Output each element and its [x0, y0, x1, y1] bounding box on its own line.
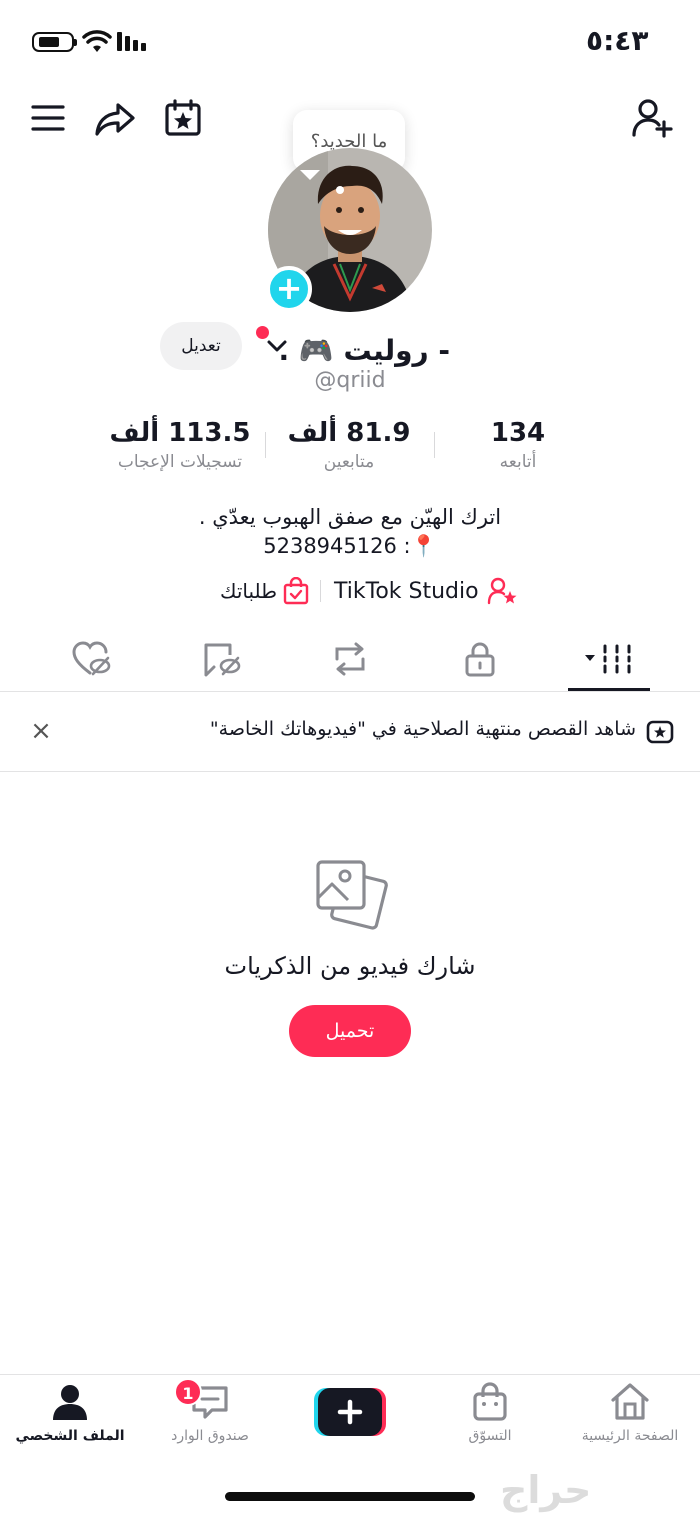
private-tab[interactable] — [450, 636, 510, 682]
likes-stat[interactable]: 113.5 ألف تسجيلات الإعجاب — [80, 418, 280, 472]
empty-state-title: شارك فيديو من الذكريات — [224, 952, 476, 980]
stories-icon — [646, 720, 674, 744]
photos-icon — [316, 860, 388, 930]
battery-icon — [32, 32, 77, 52]
calendar-star-icon[interactable] — [160, 96, 206, 140]
link-divider — [320, 580, 321, 602]
wifi-icon — [82, 30, 112, 52]
inbox-badge: 1 — [174, 1378, 202, 1406]
close-icon[interactable]: × — [28, 718, 54, 746]
nav-home[interactable]: الصفحة الرئيسية — [560, 1382, 700, 1444]
profile-handle: @qriid — [314, 368, 386, 393]
profile-name: - روليت 🎮 . — [278, 333, 450, 367]
tabs-divider — [0, 691, 700, 692]
watermark: حراج — [500, 1468, 592, 1512]
creator-star-icon — [487, 577, 517, 605]
orders-label: طلباتك — [220, 579, 278, 603]
grid-icon — [585, 644, 631, 674]
home-icon — [611, 1383, 649, 1420]
reposts-tab[interactable] — [320, 636, 380, 682]
status-time: ٥:٤٣ — [586, 24, 649, 57]
upload-button[interactable]: تحميل — [289, 1005, 411, 1057]
nav-shop-label: التسوّق — [468, 1428, 512, 1444]
lock-icon — [465, 642, 495, 677]
videos-tab[interactable] — [578, 636, 640, 682]
likes-count: 113.5 ألف — [109, 418, 251, 448]
nav-inbox-label: صندوق الوارد — [171, 1428, 249, 1444]
nav-inbox[interactable]: صندوق الوارد — [140, 1382, 280, 1444]
add-friend-icon[interactable] — [628, 96, 676, 140]
nav-profile-label: الملف الشخصي — [15, 1428, 125, 1444]
orders-link[interactable]: طلباتك — [220, 574, 309, 608]
hidden-heart-icon — [72, 641, 111, 676]
create-button[interactable] — [314, 1388, 386, 1436]
nav-profile[interactable]: الملف الشخصي — [0, 1382, 140, 1444]
nav-shop[interactable]: التسوّق — [420, 1382, 560, 1444]
liked-tab[interactable] — [62, 636, 122, 682]
share-icon[interactable] — [92, 98, 138, 140]
repost-icon — [335, 642, 365, 676]
home-indicator — [225, 1492, 475, 1501]
hidden-bookmark-icon — [204, 643, 241, 677]
signal-icon — [117, 32, 146, 51]
tiktok-studio-link[interactable]: TikTok Studio — [334, 574, 517, 608]
tooltip-dot — [336, 186, 344, 194]
bio-line-2: 📍: 5238945126 — [263, 534, 437, 558]
menu-icon[interactable] — [26, 98, 70, 138]
likes-label: تسجيلات الإعجاب — [117, 452, 243, 472]
nav-home-label: الصفحة الرئيسية — [581, 1428, 679, 1444]
bio-line-1: اترك الهيّن مع صفق الهبوب يعدّي . — [198, 505, 502, 529]
profile-icon — [53, 1385, 87, 1420]
tooltip-pointer — [300, 170, 320, 180]
banner-divider — [0, 771, 700, 772]
shopping-bag-icon — [283, 577, 309, 605]
tiktok-studio-label: TikTok Studio — [334, 578, 479, 604]
favorites-tab[interactable] — [192, 636, 252, 682]
bottom-nav-divider — [0, 1374, 700, 1375]
shop-bag-icon — [473, 1382, 507, 1421]
edit-profile-button[interactable]: تعديل — [160, 322, 242, 370]
add-avatar-button[interactable]: + — [266, 266, 312, 312]
expired-stories-banner[interactable]: شاهد القصص منتهية الصلاحية في "فيديوهاتك… — [120, 718, 636, 740]
